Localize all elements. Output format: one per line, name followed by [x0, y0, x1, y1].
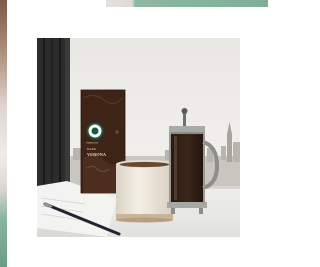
product-name: VERONA [87, 152, 107, 157]
next-image-edge [106, 0, 268, 7]
previous-image-edge [0, 0, 7, 267]
product-photo[interactable]: STARBUCKS DARK VERONA [37, 38, 240, 237]
brand-name: STARBUCKS [86, 141, 99, 144]
roast-label: DARK [87, 147, 97, 151]
